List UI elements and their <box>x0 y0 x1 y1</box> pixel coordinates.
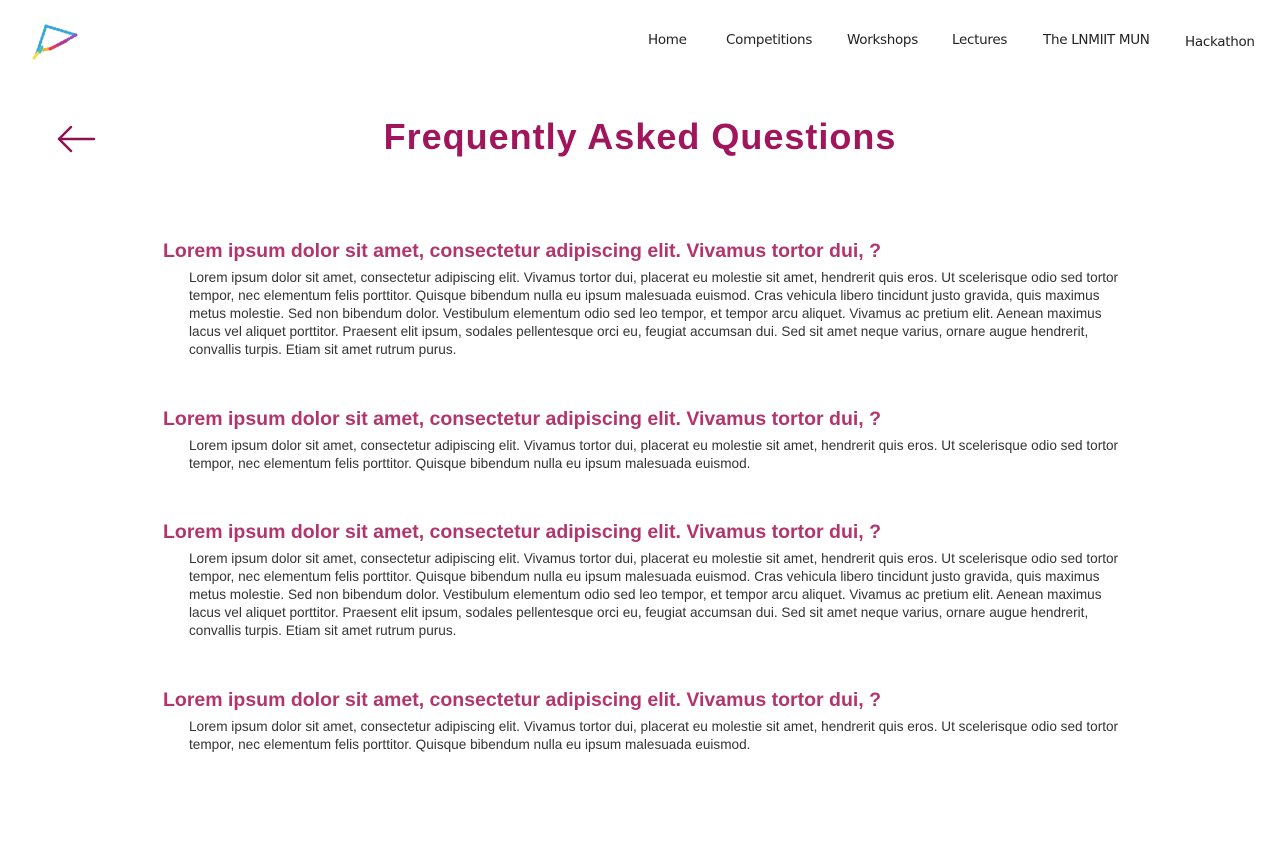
faq-item: Lorem ipsum dolor sit amet, consectetur … <box>163 520 1123 640</box>
nav-item-lectures[interactable]: Lectures <box>952 32 1007 48</box>
main-nav: Home Competitions Workshops Lectures The… <box>0 30 1280 54</box>
faq-answer: Lorem ipsum dolor sit amet, consectetur … <box>189 438 1119 471</box>
nav-item-lnmiit-mun[interactable]: The LNMIIT MUN <box>1043 32 1150 48</box>
faq-question: Lorem ipsum dolor sit amet, consectetur … <box>163 521 882 543</box>
page-title: Frequently Asked Questions <box>383 116 897 157</box>
nav-item-home[interactable]: Home <box>648 32 687 48</box>
faq-item: Lorem ipsum dolor sit amet, consectetur … <box>163 407 1123 473</box>
faq-item: Lorem ipsum dolor sit amet, consectetur … <box>163 688 1123 754</box>
faq-question: Lorem ipsum dolor sit amet, consectetur … <box>163 689 882 711</box>
nav-item-workshops[interactable]: Workshops <box>847 32 918 48</box>
faq-question: Lorem ipsum dolor sit amet, consectetur … <box>163 408 882 430</box>
faq-answer: Lorem ipsum dolor sit amet, consectetur … <box>189 551 1119 638</box>
faq-answer: Lorem ipsum dolor sit amet, consectetur … <box>189 270 1119 357</box>
faq-question: Lorem ipsum dolor sit amet, consectetur … <box>163 240 882 262</box>
faq-answer: Lorem ipsum dolor sit amet, consectetur … <box>189 719 1119 752</box>
faq-item: Lorem ipsum dolor sit amet, consectetur … <box>163 239 1123 359</box>
nav-item-competitions[interactable]: Competitions <box>726 32 812 48</box>
nav-item-hackathon[interactable]: Hackathon <box>1185 34 1255 50</box>
